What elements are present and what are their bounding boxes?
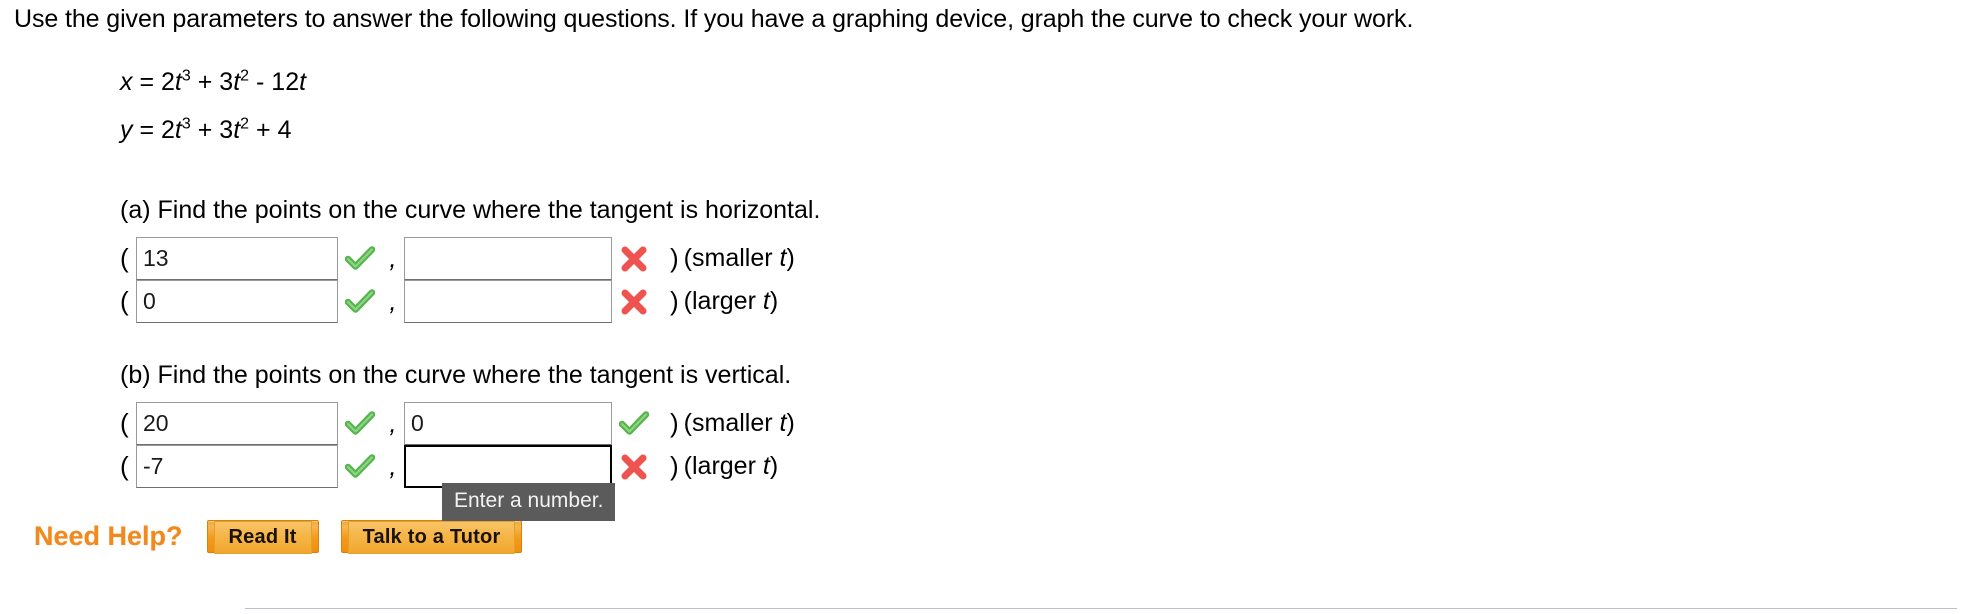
comma-separator: , xyxy=(389,408,397,438)
answer-row-b-1: (,)(smaller t) xyxy=(120,402,795,445)
row-label: (smaller t) xyxy=(684,409,795,438)
need-help-label: Need Help? xyxy=(34,521,183,551)
row-label-prefix: (larger xyxy=(683,287,763,315)
equation-x-term-3: t xyxy=(299,68,307,96)
equation-x-variable: x xyxy=(120,68,133,96)
comma-separator: , xyxy=(389,451,397,481)
question-part-a-text: (a) Find the points on the curve where t… xyxy=(120,196,821,224)
question-part-b-text: (b) Find the points on the curve where t… xyxy=(120,361,792,389)
row-label-prefix: (larger xyxy=(683,452,763,480)
equation-y-operator-1: + xyxy=(197,116,213,144)
close-paren: ) xyxy=(670,451,679,481)
row-label: (larger t) xyxy=(684,287,778,316)
parametric-equations: x = 2t3 + 3t2 - 12t y = 2t3 + 3t2 + 4 xyxy=(120,58,306,154)
equation-x: x = 2t3 + 3t2 - 12t xyxy=(120,58,306,106)
equation-y-coefficient-2: 3 xyxy=(219,116,234,144)
equation-y-coefficient-1: 2 xyxy=(161,116,175,144)
open-paren: ( xyxy=(120,408,129,438)
check-icon-svg xyxy=(619,410,649,435)
check-icon xyxy=(338,453,382,480)
question-prompt: Use the given parameters to answer the f… xyxy=(14,5,1414,33)
talk-to-a-tutor-button-inner: Talk to a Tutor xyxy=(347,521,516,554)
close-paren: ) xyxy=(670,243,679,273)
check-icon-svg xyxy=(345,453,375,478)
equation-x-coefficient-1: 2 xyxy=(161,68,175,96)
talk-to-a-tutor-button[interactable]: Talk to a Tutor xyxy=(340,520,523,554)
section-divider xyxy=(245,608,1957,609)
equation-x-power-2: 2 xyxy=(240,67,250,85)
equation-y-power-1: 3 xyxy=(181,115,191,133)
row-label-suffix: ) xyxy=(786,409,795,437)
open-paren: ( xyxy=(120,451,129,481)
answer-row-b-2: (,)(larger t) xyxy=(120,445,795,488)
check-icon-svg xyxy=(345,245,375,270)
equation-x-operator-1: + xyxy=(197,68,213,96)
open-paren: ( xyxy=(120,286,129,316)
answer-row-a-1: (,)(smaller t) xyxy=(120,237,820,280)
validation-tooltip: Enter a number. xyxy=(442,483,616,521)
answer-rows-b: (,)(smaller t)(,)(larger t) xyxy=(120,402,795,488)
check-icon-svg xyxy=(345,410,375,435)
cross-icon-svg xyxy=(621,246,647,271)
check-icon xyxy=(612,410,656,437)
row-label-variable: t xyxy=(762,287,770,315)
equation-y-power-2: 2 xyxy=(240,115,250,133)
close-paren: ) xyxy=(670,408,679,438)
row-label-suffix: ) xyxy=(769,452,779,480)
equation-y: y = 2t3 + 3t2 + 4 xyxy=(120,106,306,154)
read-it-button[interactable]: Read It xyxy=(206,520,319,554)
equation-y-equals: = xyxy=(139,116,155,144)
y-coordinate-input-b-1[interactable] xyxy=(404,402,612,445)
cross-icon xyxy=(612,289,656,315)
equation-x-coefficient-3: 12 xyxy=(271,68,300,96)
x-coordinate-input-b-1[interactable] xyxy=(136,402,338,445)
cross-icon-svg xyxy=(621,289,647,314)
x-coordinate-input-a-1[interactable] xyxy=(136,237,338,280)
equation-y-term-1: t xyxy=(174,116,182,144)
check-icon xyxy=(338,245,382,272)
comma-separator: , xyxy=(389,286,397,316)
equation-y-constant: 4 xyxy=(277,116,292,144)
y-coordinate-input-b-2[interactable] xyxy=(404,445,612,488)
row-label-prefix: (smaller xyxy=(683,244,780,272)
close-paren: ) xyxy=(670,286,679,316)
equation-x-term-1: t xyxy=(174,68,182,96)
equation-y-variable: y xyxy=(120,116,133,144)
row-label-variable: t xyxy=(762,452,770,480)
cross-icon xyxy=(612,454,656,480)
read-it-button-label: Read It xyxy=(228,526,297,548)
read-it-button-inner: Read It xyxy=(213,521,312,554)
question-part-b: (b) Find the points on the curve where t… xyxy=(120,360,795,488)
x-coordinate-input-b-2[interactable] xyxy=(136,445,338,488)
equation-x-power-1: 3 xyxy=(181,67,191,85)
need-help-bar: Need Help? Read It Talk to a Tutor xyxy=(34,520,544,554)
y-coordinate-input-a-2[interactable] xyxy=(404,280,612,323)
row-label-prefix: (smaller xyxy=(683,409,780,437)
y-coordinate-input-a-1[interactable] xyxy=(404,237,612,280)
answer-row-a-2: (,)(larger t) xyxy=(120,280,820,323)
answer-rows-a: (,)(smaller t)(,)(larger t) xyxy=(120,237,820,323)
check-icon-svg xyxy=(345,288,375,313)
row-label-suffix: ) xyxy=(786,244,795,272)
row-label-suffix: ) xyxy=(769,287,779,315)
open-paren: ( xyxy=(120,243,129,273)
check-icon xyxy=(338,410,382,437)
check-icon xyxy=(338,288,382,315)
equation-x-equals: = xyxy=(139,68,155,96)
equation-y-operator-2: + xyxy=(256,116,271,144)
x-coordinate-input-a-2[interactable] xyxy=(136,280,338,323)
cross-icon-svg xyxy=(621,454,647,479)
cross-icon xyxy=(612,246,656,272)
equation-x-coefficient-2: 3 xyxy=(219,68,234,96)
talk-to-a-tutor-button-label: Talk to a Tutor xyxy=(362,526,501,548)
question-part-a: (a) Find the points on the curve where t… xyxy=(120,195,820,323)
equation-x-operator-2: - xyxy=(256,68,265,96)
row-label: (larger t) xyxy=(684,452,778,481)
comma-separator: , xyxy=(389,243,397,273)
row-label: (smaller t) xyxy=(684,244,795,273)
